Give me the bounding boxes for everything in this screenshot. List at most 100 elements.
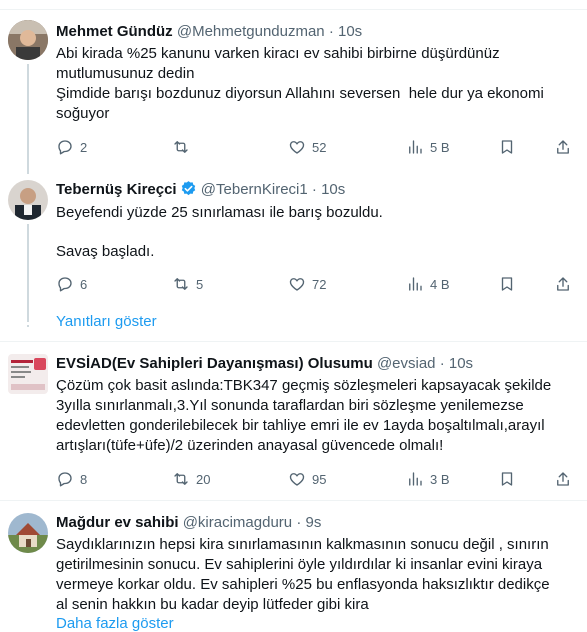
thread-line	[27, 224, 29, 320]
author-name[interactable]: Tebernüş Kireçci	[56, 181, 177, 198]
action-bar: 2 52 5 B	[56, 137, 576, 157]
reply-button[interactable]: 8	[56, 469, 87, 489]
reply-button[interactable]: 2	[56, 137, 87, 157]
heart-icon	[289, 278, 305, 291]
avatar[interactable]	[8, 354, 48, 394]
view-count: 4 B	[430, 276, 450, 292]
share-icon	[557, 472, 569, 486]
author-name[interactable]: Mehmet Gündüz	[56, 23, 173, 40]
author-name[interactable]: Mağdur ev sahibi	[56, 514, 179, 531]
text-line: Saydıklarınızın hepsi kira sınırlamasını…	[56, 536, 549, 553]
separator: ·	[311, 181, 317, 198]
retweet-icon	[174, 278, 188, 290]
retweet-button[interactable]: 5	[172, 274, 203, 294]
text-line: Beyefendi yüzde 25 sınırlaması ile barış…	[56, 204, 383, 221]
bookmark-icon	[501, 140, 513, 154]
like-count: 95	[312, 471, 327, 487]
timestamp[interactable]: 10s	[449, 355, 473, 372]
heart-icon	[289, 141, 305, 154]
text-line: Çözüm çok basit aslında:TBK347 geçmiş sö…	[56, 377, 552, 394]
avatar[interactable]	[8, 20, 48, 60]
tweet-header: Mehmet Gündüz @Mehmetgunduzman · 10s	[56, 22, 362, 42]
like-count: 72	[312, 276, 327, 292]
retweet-count: 5	[196, 276, 204, 292]
author-handle[interactable]: @kiracimagduru	[183, 514, 292, 531]
reply-icon	[58, 472, 72, 487]
separator: ·	[328, 23, 334, 40]
share-button[interactable]	[554, 469, 572, 489]
text-line: vermeye korkar oldu. Ev sahipleri %25 bu…	[56, 576, 550, 593]
author-name[interactable]: EVSİAD(Ev Sahipleri Dayanışması) Olusumu	[56, 355, 373, 372]
reply-count: 8	[80, 471, 88, 487]
author-handle[interactable]: @evsiad	[377, 355, 436, 372]
bookmark-button[interactable]	[498, 274, 516, 294]
tweet-text: Beyefendi yüzde 25 sınırlaması ile barış…	[56, 203, 576, 262]
share-icon	[557, 140, 569, 154]
avatar[interactable]	[8, 513, 48, 553]
tweet-mehmet[interactable]: Mehmet Gündüz @Mehmetgunduzman · 10s Abi…	[0, 0, 587, 174]
bookmark-icon	[501, 472, 513, 486]
heart-icon	[289, 473, 305, 486]
views-icon	[409, 472, 422, 486]
reply-count: 6	[80, 276, 88, 292]
reply-button[interactable]: 6	[56, 274, 87, 294]
timestamp[interactable]: 10s	[338, 23, 362, 40]
tweet-text: Saydıklarınızın hepsi kira sınırlamasını…	[56, 535, 584, 615]
views-button[interactable]: 4 B	[406, 274, 450, 294]
text-line: Savaş başladı.	[56, 243, 155, 260]
views-button[interactable]: 3 B	[406, 469, 450, 489]
text-line	[56, 223, 576, 242]
view-count: 5 B	[430, 139, 450, 155]
author-handle[interactable]: @TebernKireci1	[201, 181, 308, 198]
author-handle[interactable]: @Mehmetgunduzman	[177, 23, 325, 40]
share-button[interactable]	[554, 137, 572, 157]
tweet-evsiad[interactable]: EVSİAD(Ev Sahipleri Dayanışması) Olusumu…	[0, 342, 587, 500]
text-line: getirilmesinin sonucu. Ev sahiplerini öy…	[56, 556, 543, 573]
like-button[interactable]: 52	[288, 137, 326, 157]
timestamp[interactable]: 9s	[305, 514, 321, 531]
text-line: edevletten gonderilebilecek bir tahliye …	[56, 417, 545, 434]
separator: ·	[439, 355, 445, 372]
separator: ·	[296, 514, 302, 531]
like-button[interactable]: 72	[288, 274, 326, 294]
reply-icon	[58, 140, 72, 155]
share-button[interactable]	[554, 274, 572, 294]
retweet-button[interactable]: 20	[172, 469, 210, 489]
tweet-header: EVSİAD(Ev Sahipleri Dayanışması) Olusumu…	[56, 354, 473, 374]
bookmark-button[interactable]	[498, 469, 516, 489]
like-count: 52	[312, 139, 327, 155]
tweet-text: Abi kirada %25 kanunu varken kiracı ev s…	[56, 44, 576, 124]
reply-icon	[58, 277, 72, 292]
bookmark-icon	[501, 277, 513, 291]
views-icon	[409, 140, 422, 154]
text-line: mutlumusunuz dedin	[56, 65, 195, 82]
text-line: artışları(tüfe+üfe)/2 üzerinden anayasal…	[56, 437, 444, 454]
text-line: soğuyor	[56, 105, 110, 122]
avatar[interactable]	[8, 180, 48, 220]
show-replies-link[interactable]: Yanıtları göster	[56, 313, 157, 330]
tweet-magdur[interactable]: Mağdur ev sahibi @kiracimagduru · 9s Say…	[0, 501, 587, 632]
retweet-count: 20	[196, 471, 211, 487]
tweet-header: Tebernüş Kireçci @TebernKireci1 · 10s	[56, 180, 345, 200]
text-line: Şimdide barışı bozdunuz diyorsun Allahın…	[56, 85, 544, 102]
retweet-icon	[174, 141, 188, 153]
tweet-text: Çözüm çok basit aslında:TBK347 geçmiş sö…	[56, 376, 584, 456]
show-more-link[interactable]: Daha fazla göster	[56, 615, 174, 632]
share-icon	[557, 277, 569, 291]
bookmark-button[interactable]	[498, 137, 516, 157]
thread-dots	[27, 310, 29, 330]
like-button[interactable]: 95	[288, 469, 326, 489]
text-line: 3yılla sınırlanmalı,3.Yıl sonunda tarafl…	[56, 397, 524, 414]
text-line: Abi kirada %25 kanunu varken kiracı ev s…	[56, 45, 500, 62]
views-button[interactable]: 5 B	[406, 137, 450, 157]
retweet-icon	[174, 473, 188, 485]
action-bar: 8 20 95 3 B	[56, 469, 576, 489]
text-line: al senin hakkın bu kadar deyip lütfeder …	[56, 596, 369, 613]
retweet-button[interactable]	[172, 137, 196, 157]
thread-line	[27, 64, 29, 174]
views-icon	[409, 277, 422, 291]
tweet-tebernus[interactable]: Tebernüş Kireçci @TebernKireci1 · 10s Be…	[0, 170, 587, 345]
action-bar: 6 5 72 4 B	[56, 274, 576, 294]
timestamp[interactable]: 10s	[321, 181, 345, 198]
verified-badge-icon	[181, 181, 195, 196]
